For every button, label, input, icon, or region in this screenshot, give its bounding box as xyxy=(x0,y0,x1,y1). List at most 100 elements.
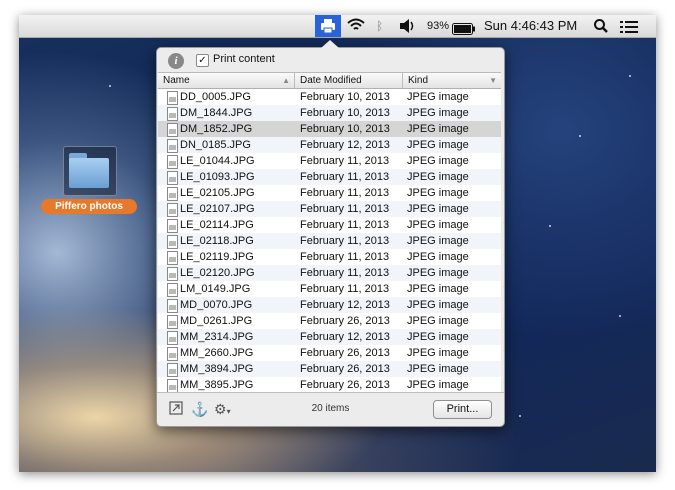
date-modified: February 11, 2013 xyxy=(300,187,390,199)
print-content-checkbox[interactable]: ✓ xyxy=(196,54,209,67)
date-modified: February 26, 2013 xyxy=(300,347,390,359)
table-row[interactable]: MM_2660.JPG February 26, 2013 JPEG image xyxy=(158,345,501,361)
menu-bar: ᛒ 93% Sun 4:46:43 PM xyxy=(19,15,656,38)
star xyxy=(109,85,111,87)
date-modified: February 11, 2013 xyxy=(300,219,390,231)
date-modified: February 12, 2013 xyxy=(300,331,390,343)
file-name: MM_3895.JPG xyxy=(180,379,254,391)
table-row[interactable]: DM_1844.JPG February 10, 2013 JPEG image xyxy=(158,105,501,121)
file-name: LE_02120.JPG xyxy=(180,267,255,279)
file-kind: JPEG image xyxy=(407,363,469,375)
file-name-cell: LE_02107.JPG xyxy=(158,201,295,217)
volume-icon[interactable] xyxy=(399,18,417,40)
table-row[interactable]: DD_0005.JPG February 10, 2013 JPEG image xyxy=(158,89,501,105)
battery-icon[interactable] xyxy=(452,20,476,42)
popover-footer: ⚓ ⚙▾ 20 items Print... xyxy=(157,392,504,426)
table-row[interactable]: DN_0185.JPG February 12, 2013 JPEG image xyxy=(158,137,501,153)
date-modified: February 12, 2013 xyxy=(300,139,390,151)
clock[interactable]: Sun 4:46:43 PM xyxy=(484,15,577,37)
search-icon[interactable] xyxy=(593,18,609,40)
jpeg-file-icon xyxy=(167,235,178,249)
table-row[interactable]: MM_2314.JPG February 12, 2013 JPEG image xyxy=(158,329,501,345)
table-row[interactable]: LE_02114.JPG February 11, 2013 JPEG image xyxy=(158,217,501,233)
folder-label[interactable]: Piffero photos xyxy=(41,199,137,214)
table-row[interactable]: MM_3895.JPG February 26, 2013 JPEG image xyxy=(158,377,501,393)
date-modified: February 11, 2013 xyxy=(300,283,390,295)
table-row[interactable]: LM_0149.JPG February 11, 2013 JPEG image xyxy=(158,281,501,297)
piffero-photos-folder[interactable] xyxy=(63,146,117,196)
file-name-cell: LE_02118.JPG xyxy=(158,233,295,249)
jpeg-file-icon xyxy=(167,155,178,169)
file-name-cell: MM_3895.JPG xyxy=(158,377,295,393)
file-name: DD_0005.JPG xyxy=(180,91,251,103)
print-popover: i ✓ Print content Name ▲ Date Modified K… xyxy=(156,40,505,427)
column-header-name[interactable]: Name ▲ xyxy=(158,73,295,88)
folder-icon-body xyxy=(69,158,109,188)
sort-ascending-icon: ▲ xyxy=(282,76,290,85)
file-name: DM_1852.JPG xyxy=(180,123,253,135)
table-row[interactable]: LE_02119.JPG February 11, 2013 JPEG image xyxy=(158,249,501,265)
table-row[interactable]: LE_01044.JPG February 11, 2013 JPEG image xyxy=(158,153,501,169)
jpeg-file-icon xyxy=(167,363,178,377)
file-name: LE_02107.JPG xyxy=(180,203,255,215)
table-row[interactable]: LE_02120.JPG February 11, 2013 JPEG image xyxy=(158,265,501,281)
print-button[interactable]: Print... xyxy=(433,400,492,419)
file-name: LE_02118.JPG xyxy=(180,235,254,247)
file-kind: JPEG image xyxy=(407,251,469,263)
info-icon[interactable]: i xyxy=(168,53,184,69)
column-header-date-label: Date Modified xyxy=(300,75,362,86)
jpeg-file-icon xyxy=(167,91,178,105)
jpeg-file-icon xyxy=(167,315,178,329)
file-name: LE_02105.JPG xyxy=(180,187,255,199)
file-name: LE_02119.JPG xyxy=(180,251,254,263)
file-kind: JPEG image xyxy=(407,107,469,119)
jpeg-file-icon xyxy=(167,347,178,361)
date-modified: February 10, 2013 xyxy=(300,91,390,103)
file-name: MD_0070.JPG xyxy=(180,299,253,311)
table-row[interactable]: MD_0070.JPG February 12, 2013 JPEG image xyxy=(158,297,501,313)
date-modified: February 26, 2013 xyxy=(300,363,390,375)
table-row[interactable]: MD_0261.JPG February 26, 2013 JPEG image xyxy=(158,313,501,329)
file-kind: JPEG image xyxy=(407,155,469,167)
file-name: DN_0185.JPG xyxy=(180,139,251,151)
file-name: LE_02114.JPG xyxy=(180,219,254,231)
file-name: LM_0149.JPG xyxy=(180,283,251,295)
column-header-kind[interactable]: Kind ▼ xyxy=(403,73,501,88)
printer-menu-item[interactable] xyxy=(315,15,341,37)
table-row[interactable]: LE_02107.JPG February 11, 2013 JPEG image xyxy=(158,201,501,217)
notification-list-icon[interactable] xyxy=(620,19,638,41)
wifi-icon[interactable] xyxy=(347,17,365,39)
star xyxy=(579,135,581,137)
date-modified: February 26, 2013 xyxy=(300,379,390,391)
column-header-date[interactable]: Date Modified xyxy=(295,73,403,88)
file-kind: JPEG image xyxy=(407,91,469,103)
file-name: LE_01044.JPG xyxy=(180,155,255,167)
file-table[interactable]: Name ▲ Date Modified Kind ▼ DD_0005.JPG F… xyxy=(158,72,501,393)
file-name: DM_1844.JPG xyxy=(180,107,253,119)
table-header: Name ▲ Date Modified Kind ▼ xyxy=(158,73,501,89)
jpeg-file-icon xyxy=(167,283,178,297)
file-name-cell: MM_2314.JPG xyxy=(158,329,295,345)
jpeg-file-icon xyxy=(167,379,178,393)
file-kind: JPEG image xyxy=(407,299,469,311)
bluetooth-icon[interactable]: ᛒ xyxy=(376,15,383,37)
table-row[interactable]: MM_3894.JPG February 26, 2013 JPEG image xyxy=(158,361,501,377)
star xyxy=(519,415,521,417)
file-kind: JPEG image xyxy=(407,123,469,135)
jpeg-file-icon xyxy=(167,251,178,265)
file-kind: JPEG image xyxy=(407,139,469,151)
table-row[interactable]: LE_02105.JPG February 11, 2013 JPEG image xyxy=(158,185,501,201)
star xyxy=(629,75,631,77)
print-content-label[interactable]: Print content xyxy=(213,52,275,66)
table-row[interactable]: DM_1852.JPG February 10, 2013 JPEG image xyxy=(158,121,501,137)
file-name: MM_2314.JPG xyxy=(180,331,254,343)
table-row[interactable]: LE_01093.JPG February 11, 2013 JPEG image xyxy=(158,169,501,185)
file-name-cell: MD_0070.JPG xyxy=(158,297,295,313)
file-name-cell: LE_02105.JPG xyxy=(158,185,295,201)
file-name-cell: LE_02119.JPG xyxy=(158,249,295,265)
jpeg-file-icon xyxy=(167,107,178,121)
table-row[interactable]: LE_02118.JPG February 11, 2013 JPEG image xyxy=(158,233,501,249)
file-kind: JPEG image xyxy=(407,315,469,327)
date-modified: February 10, 2013 xyxy=(300,107,390,119)
jpeg-file-icon xyxy=(167,187,178,201)
